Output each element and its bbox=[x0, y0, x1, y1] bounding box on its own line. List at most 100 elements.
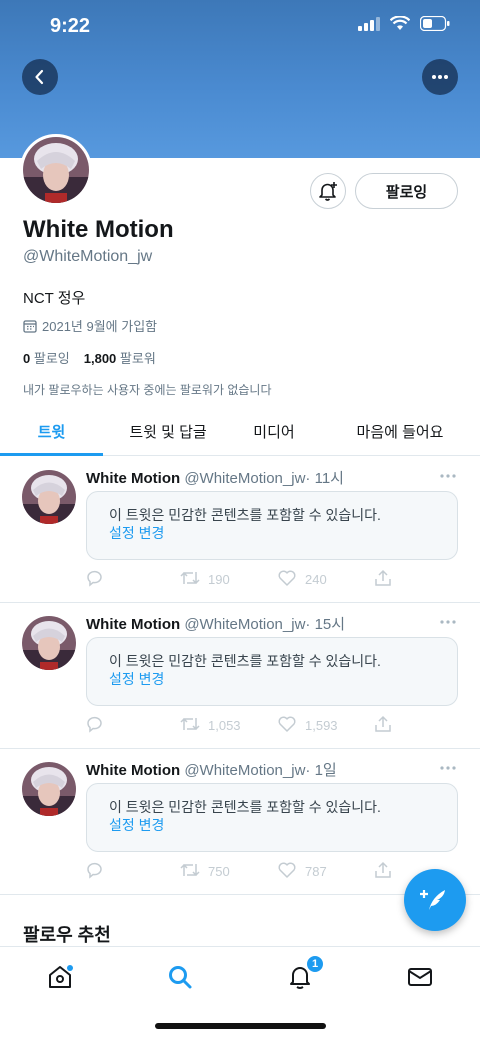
following-button[interactable]: 팔로잉 bbox=[355, 173, 458, 209]
like-icon bbox=[277, 569, 297, 590]
tweet-author-name: White Motion bbox=[86, 762, 181, 779]
like-icon bbox=[277, 861, 297, 882]
back-button[interactable] bbox=[22, 59, 58, 95]
tweet-avatar[interactable] bbox=[22, 470, 76, 524]
tweet-more-icon[interactable] bbox=[440, 611, 456, 629]
profile-avatar[interactable] bbox=[20, 134, 92, 206]
tweet-author-handle: @WhiteMotion_jw bbox=[184, 616, 306, 633]
retweet-icon bbox=[180, 569, 200, 590]
follow-stats: 0 팔로잉 1,800 팔로워 bbox=[23, 348, 156, 367]
sensitive-notice-text: 이 트윗은 민감한 콘텐츠를 포함할 수 있습니다. bbox=[109, 507, 381, 523]
retweet-button[interactable]: 190 bbox=[180, 569, 230, 590]
tweet-author-name: White Motion bbox=[86, 470, 181, 487]
followers-label: 팔로워 bbox=[119, 351, 156, 366]
nav-home[interactable] bbox=[44, 961, 76, 993]
calendar-icon bbox=[23, 319, 37, 333]
following-count: 0 bbox=[23, 351, 31, 366]
reply-button[interactable] bbox=[86, 861, 104, 882]
change-settings-link[interactable]: 설정 변경 bbox=[109, 815, 164, 835]
like-button[interactable]: 1,593 bbox=[277, 715, 338, 736]
followers-stat[interactable]: 1,800 팔로워 bbox=[84, 348, 156, 367]
tweet-header: White Motion @WhiteMotion_jw· 1일 bbox=[86, 759, 337, 780]
reply-button[interactable] bbox=[86, 715, 104, 736]
retweet-button[interactable]: 1,053 bbox=[180, 715, 241, 736]
sensitive-content-notice: 이 트윗은 민감한 콘텐츠를 포함할 수 있습니다. 설정 변경 bbox=[86, 783, 458, 852]
tweet-avatar[interactable] bbox=[22, 762, 76, 816]
joined-text: 2021년 9월에 가입함 bbox=[42, 319, 158, 334]
retweet-icon bbox=[180, 861, 200, 882]
retweet-count: 190 bbox=[208, 572, 230, 587]
like-count: 1,593 bbox=[305, 718, 338, 733]
home-icon bbox=[49, 965, 73, 988]
notify-bell-button[interactable] bbox=[310, 173, 346, 209]
wifi-icon bbox=[390, 16, 410, 30]
tab-tweets[interactable]: 트윗 bbox=[0, 408, 103, 455]
more-dots-icon bbox=[432, 75, 448, 79]
tweet-card[interactable]: White Motion @WhiteMotion_jw· 15시 이 트윗은 민… bbox=[0, 603, 480, 749]
avatar-image bbox=[23, 137, 89, 203]
tweet-header: White Motion @WhiteMotion_jw· 11시 bbox=[86, 467, 344, 488]
tweet-actions: 1,053 1,593 bbox=[86, 715, 406, 735]
tweet-author-handle: @WhiteMotion_jw bbox=[184, 470, 306, 487]
retweet-icon bbox=[180, 715, 200, 736]
followers-count: 1,800 bbox=[83, 351, 117, 366]
sensitive-content-notice: 이 트윗은 민감한 콘텐츠를 포함할 수 있습니다. 설정 변경 bbox=[86, 637, 458, 706]
tweet-more-icon[interactable] bbox=[440, 757, 456, 775]
tweet-card[interactable]: White Motion @WhiteMotion_jw· 1일이 트윗은 민감… bbox=[0, 749, 480, 895]
sensitive-content-notice: 이 트윗은 민감한 콘텐츠를 포함할 수 있습니다. 설정 변경 bbox=[86, 491, 458, 560]
joined-date: 2021년 9월에 가입함 bbox=[23, 316, 157, 335]
tweet-actions: 190 240 bbox=[86, 569, 406, 589]
change-settings-link[interactable]: 설정 변경 bbox=[109, 523, 164, 543]
like-button[interactable]: 240 bbox=[277, 569, 327, 590]
more-options-button[interactable] bbox=[422, 59, 458, 95]
following-stat[interactable]: 0 팔로잉 bbox=[23, 348, 70, 367]
tweet-more-icon[interactable] bbox=[440, 465, 456, 483]
retweet-button[interactable]: 750 bbox=[180, 861, 230, 882]
tab-tweets-replies[interactable]: 트윗 및 답글 bbox=[103, 408, 233, 455]
tweet-avatar[interactable] bbox=[22, 616, 76, 670]
reply-button[interactable] bbox=[86, 569, 104, 590]
tweet-author-handle: @WhiteMotion_jw bbox=[184, 762, 306, 779]
messages-icon bbox=[408, 968, 432, 986]
active-tab-indicator bbox=[0, 453, 103, 456]
bell-plus-icon bbox=[319, 182, 337, 201]
tab-media[interactable]: 미디어 bbox=[233, 408, 315, 455]
tweet-actions: 750 787 bbox=[86, 861, 406, 881]
share-icon bbox=[374, 569, 392, 590]
sensitive-notice-text: 이 트윗은 민감한 콘텐츠를 포함할 수 있습니다. bbox=[109, 653, 381, 669]
profile-handle: @WhiteMotion_jw bbox=[23, 248, 153, 265]
battery-icon bbox=[420, 16, 450, 31]
retweet-count: 750 bbox=[208, 864, 230, 879]
chevron-left-icon bbox=[35, 69, 44, 85]
reply-icon bbox=[86, 715, 104, 736]
reply-icon bbox=[86, 861, 104, 882]
notification-badge: 1 bbox=[306, 955, 324, 973]
tweet-card[interactable]: White Motion @WhiteMotion_jw· 11시이 트윗은 민… bbox=[0, 457, 480, 603]
like-button[interactable]: 787 bbox=[277, 861, 327, 882]
compose-tweet-button[interactable] bbox=[404, 869, 466, 931]
reply-icon bbox=[86, 569, 104, 590]
search-icon bbox=[169, 966, 192, 989]
sensitive-notice-text: 이 트윗은 민감한 콘텐츠를 포함할 수 있습니다. bbox=[109, 799, 381, 815]
tweet-time: · 1일 bbox=[305, 762, 337, 779]
nav-messages[interactable] bbox=[404, 961, 436, 993]
profile-tabs: 트윗 트윗 및 답글 미디어 마음에 들어요 bbox=[0, 408, 480, 456]
share-icon bbox=[374, 861, 392, 882]
profile-bio: NCT 정우 bbox=[23, 290, 86, 307]
tweet-author-name: White Motion bbox=[86, 616, 181, 633]
mutual-followers-note: 내가 팔로우하는 사용자 중에는 팔로워가 없습니다 bbox=[23, 383, 272, 397]
feather-plus-icon bbox=[420, 890, 445, 910]
share-button[interactable] bbox=[374, 861, 392, 882]
nav-notifications[interactable]: 1 bbox=[284, 955, 324, 993]
follow-suggestions-title: 팔로우 추천 bbox=[23, 925, 111, 945]
tab-likes[interactable]: 마음에 들어요 bbox=[330, 408, 470, 455]
change-settings-link[interactable]: 설정 변경 bbox=[109, 669, 164, 689]
like-count: 240 bbox=[305, 572, 327, 587]
following-label: 팔로잉 bbox=[33, 351, 70, 366]
share-button[interactable] bbox=[374, 569, 392, 590]
home-indicator bbox=[155, 1023, 326, 1029]
share-button[interactable] bbox=[374, 715, 392, 736]
nav-search[interactable] bbox=[164, 961, 196, 993]
like-icon bbox=[277, 715, 297, 736]
like-count: 787 bbox=[305, 864, 327, 879]
